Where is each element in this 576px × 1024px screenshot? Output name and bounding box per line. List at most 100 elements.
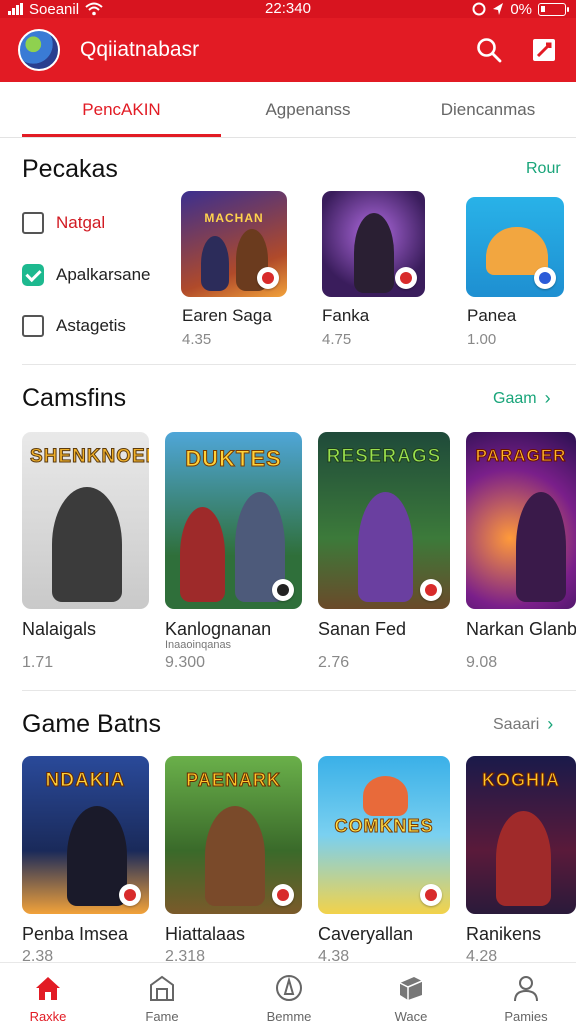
app-tile-fanka[interactable] — [322, 191, 425, 297]
tile-title: RESERAGS — [326, 446, 442, 468]
filter-label: Apalkarsane — [56, 265, 151, 284]
publisher-badge-icon — [534, 267, 556, 289]
chevron-right-icon: › — [547, 714, 554, 734]
home-icon — [36, 977, 60, 1000]
nav-label: Bemme — [266, 1009, 312, 1024]
app-tile-earen-saga[interactable]: MACHAN — [181, 191, 287, 297]
publisher-badge-icon — [395, 267, 417, 289]
box-icon — [399, 977, 423, 1000]
section-link-label: Rour — [526, 160, 561, 177]
publisher-badge-icon — [119, 884, 141, 906]
game-tile-ranikens[interactable]: KOGHIA — [466, 756, 576, 914]
app-name[interactable]: Earen Saga — [182, 306, 272, 326]
game-name[interactable]: Nalaigals — [22, 619, 157, 640]
battery-percent: 0% — [510, 0, 532, 18]
filter-label: Astagetis — [56, 316, 126, 335]
filter-astagetis[interactable]: Astagetis — [22, 315, 126, 337]
section-link-saaari[interactable]: Saaari › — [493, 714, 553, 735]
publisher-badge-icon — [272, 579, 294, 601]
game-tile-penba-imsea[interactable]: NDAKIA — [22, 756, 149, 914]
game-name[interactable]: Caveryallan — [318, 924, 458, 945]
game-tile-hiattalaas[interactable]: PAENARK — [165, 756, 302, 914]
game-rating: 9.08 — [466, 654, 498, 671]
game-rating: 1.71 — [22, 654, 54, 671]
section-link-label: Gaam — [493, 389, 537, 407]
game-tile-sanan-fed[interactable]: RESERAGS — [318, 432, 450, 609]
game-name[interactable]: Sanan Fed — [318, 619, 458, 640]
game-name[interactable]: Ranikens — [466, 924, 576, 945]
person-circle-icon — [276, 975, 302, 1001]
tile-title: PARAGER — [475, 446, 567, 466]
app-name[interactable]: Panea — [467, 306, 516, 326]
app-rating: 4.75 — [322, 331, 352, 348]
section-link-label: Saaari — [493, 715, 540, 733]
app-tile-panea[interactable] — [466, 197, 564, 297]
nav-item-wace[interactable]: Wace — [361, 963, 461, 1024]
app-logo-icon[interactable] — [18, 29, 60, 71]
tab-indicator — [22, 134, 221, 137]
app-name[interactable]: Fanka — [322, 306, 369, 326]
profile-icon — [514, 976, 538, 1002]
game-tile-nalaigals[interactable]: SHENKNOER — [22, 432, 149, 609]
publisher-badge-icon — [420, 884, 442, 906]
section-link-gaam[interactable]: Gaam › — [493, 388, 551, 409]
nav-item-raxke[interactable]: Raxke — [0, 963, 98, 1024]
publisher-badge-icon — [272, 884, 294, 906]
section-title-game-batns: Game Batns — [22, 710, 161, 738]
checkbox-icon[interactable] — [22, 212, 44, 234]
nav-item-fame[interactable]: Fame — [112, 963, 212, 1024]
game-tile-kanlognanan[interactable]: DUKTES — [165, 432, 302, 609]
game-rating: 9.300 — [165, 654, 206, 671]
game-tile-narkan-glanba[interactable]: PARAGER — [466, 432, 576, 609]
app-title: Qqiiatnabasr — [80, 38, 200, 61]
game-subtitle: Inaaoinqanas — [165, 639, 232, 651]
game-tile-caveryallan[interactable]: COMKNES — [318, 756, 450, 914]
app-bar: Qqiiatnabasr — [0, 18, 576, 82]
battery-icon — [538, 2, 569, 16]
checkbox-icon[interactable] — [22, 315, 44, 337]
tab-pencakin[interactable]: PencAKIN — [22, 82, 221, 138]
filter-label: Natgal — [56, 213, 106, 232]
game-rating: 2.76 — [318, 654, 350, 671]
store-icon — [150, 975, 174, 1001]
nav-label: Wace — [394, 1009, 428, 1024]
location-icon — [493, 3, 504, 15]
section-title-pecakas: Pecakas — [22, 155, 118, 183]
alarm-icon — [472, 2, 486, 16]
nav-label: Fame — [145, 1009, 179, 1024]
tile-title: NDAKIA — [45, 770, 126, 792]
status-bar: Soeanil 22:340 0% — [0, 0, 576, 18]
search-icon[interactable] — [474, 35, 504, 65]
nav-label: Pamies — [504, 1009, 548, 1024]
tile-title: MACHAN — [204, 211, 264, 225]
filter-apalkarsane[interactable]: Apalkarsane — [22, 264, 151, 286]
tile-title: COMKNES — [334, 816, 434, 837]
divider — [22, 690, 576, 691]
section-title-camsfins: Camsfins — [22, 384, 127, 412]
filter-natgal[interactable]: Natgal — [22, 212, 105, 234]
publisher-badge-icon — [420, 579, 442, 601]
bottom-nav: Raxke Fame Bemme Wace Pamies — [0, 962, 576, 1024]
game-name[interactable]: Kanlognanan — [165, 619, 310, 640]
tile-title: DUKTES — [185, 446, 282, 472]
divider — [22, 364, 576, 365]
publisher-badge-icon — [257, 267, 279, 289]
tile-title: PAENARK — [186, 770, 281, 791]
checkbox-checked-icon[interactable] — [22, 264, 44, 286]
chevron-right-icon: › — [544, 388, 551, 408]
section-link-rour[interactable]: Rour — [526, 160, 561, 178]
tile-title: SHENKNOER — [30, 446, 150, 468]
tab-diencanmas[interactable]: Diencanmas — [400, 82, 576, 138]
nav-item-bemme[interactable]: Bemme — [239, 963, 339, 1024]
nav-item-pamies[interactable]: Pamies — [476, 963, 576, 1024]
game-name[interactable]: Narkan Glanba — [466, 619, 576, 640]
tile-title: KOGHIA — [482, 770, 560, 791]
game-name[interactable]: Penba Imsea — [22, 924, 157, 945]
tab-agpenanss[interactable]: Agpenanss — [208, 82, 408, 138]
app-rating: 1.00 — [467, 331, 497, 348]
app-rating: 4.35 — [182, 331, 212, 348]
nav-label: Raxke — [29, 1009, 67, 1024]
tab-bar: PencAKIN Agpenanss Diencanmas — [0, 82, 576, 138]
game-name[interactable]: Hiattalaas — [165, 924, 310, 945]
edit-icon[interactable] — [529, 35, 559, 65]
